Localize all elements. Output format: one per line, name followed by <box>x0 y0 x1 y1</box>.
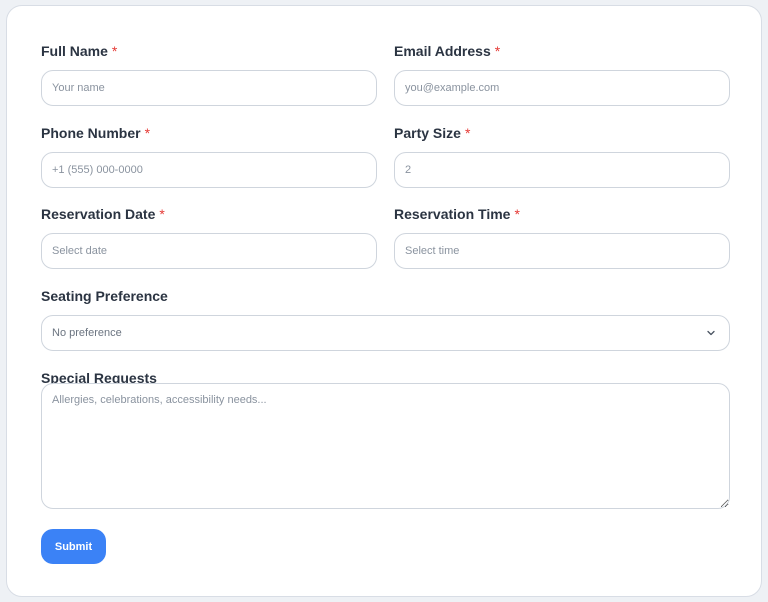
required-marker: * <box>144 125 151 141</box>
full-name-input[interactable] <box>41 70 377 106</box>
submit-button[interactable]: Submit <box>41 529 106 564</box>
chevron-down-icon <box>705 327 717 339</box>
full-name-label: Full Name * <box>41 42 117 60</box>
phone-label: Phone Number * <box>41 124 150 142</box>
special-requests-textarea[interactable] <box>41 383 730 509</box>
email-label: Email Address * <box>394 42 500 60</box>
reservation-time-label-text: Reservation Time <box>394 206 511 222</box>
email-label-text: Email Address <box>394 43 491 59</box>
seating-preference-select[interactable]: No preference <box>41 315 730 351</box>
required-marker: * <box>159 206 165 222</box>
reservation-time-label: Reservation Time * <box>394 205 520 223</box>
phone-label-text: Phone Number <box>41 125 141 141</box>
phone-input[interactable] <box>41 152 377 188</box>
reservation-time-input[interactable] <box>394 233 730 269</box>
required-marker: * <box>111 43 118 59</box>
required-marker: * <box>464 125 471 141</box>
required-marker: * <box>514 206 520 222</box>
required-marker: * <box>494 43 501 59</box>
reservation-form-card: Full Name* Email Address* Phone Number* … <box>6 5 762 597</box>
party-size-label: Party Size * <box>394 124 470 142</box>
reservation-date-label-text: Reservation Date <box>41 206 156 222</box>
party-size-input[interactable] <box>394 152 730 188</box>
seating-preference-label: Seating Preference <box>41 288 168 304</box>
email-input[interactable] <box>394 70 730 106</box>
seating-selected-value: No preference <box>52 327 122 339</box>
full-name-label-text: Full Name <box>41 43 108 59</box>
reservation-date-label: Reservation Date * <box>41 205 165 223</box>
reservation-date-input[interactable] <box>41 233 377 269</box>
party-size-label-text: Party Size <box>394 125 461 141</box>
